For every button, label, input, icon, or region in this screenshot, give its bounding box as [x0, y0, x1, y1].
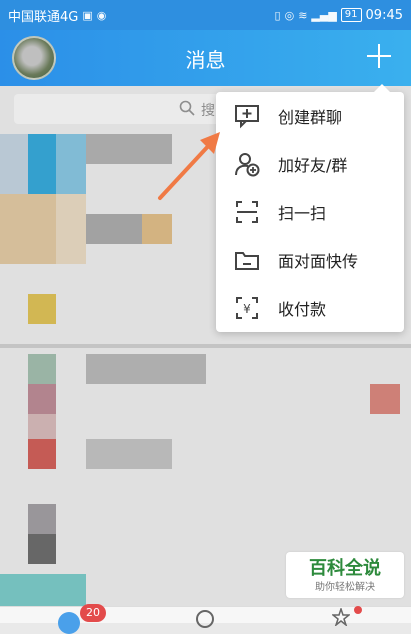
eye-icon: ◎: [284, 8, 295, 22]
menu-item-face-transfer[interactable]: 面对面快传: [216, 236, 404, 284]
watermark-subtitle: 助你轻松解决: [315, 582, 375, 593]
unread-badge: 20: [80, 604, 106, 622]
wifi-icon: ≋: [298, 8, 308, 22]
star-icon[interactable]: [332, 608, 350, 626]
pointer-arrow: [158, 132, 220, 200]
page-title: 消息: [185, 48, 226, 72]
add-button[interactable]: [361, 38, 397, 74]
menu-label: 面对面快传: [278, 252, 359, 271]
menu-item-create-group[interactable]: 创建群聊: [216, 92, 404, 140]
menu-label: 加好友/群: [278, 156, 348, 175]
add-friend-icon: [235, 153, 260, 177]
menu-item-scan[interactable]: 扫一扫: [216, 188, 404, 236]
vibrate-icon: ▯: [274, 8, 281, 22]
chat-add-icon: [235, 105, 259, 129]
watermark-logo: 百科全说 助你轻松解决: [286, 552, 404, 598]
carrier-label: 中国联通4G: [8, 9, 79, 25]
clock: 09:45: [365, 7, 403, 23]
app-notification-icon: ▣: [82, 8, 93, 22]
folder-icon: [235, 252, 259, 270]
weibo-icon: ◉: [96, 8, 107, 22]
signal-icon: ▂▄▆: [311, 8, 337, 22]
menu-label: 创建群聊: [278, 108, 343, 127]
menu-item-add-friend[interactable]: 加好友/群: [216, 140, 404, 188]
menu-label: 扫一扫: [278, 204, 327, 223]
tab-contacts[interactable]: [196, 610, 214, 628]
notification-dot: [354, 606, 362, 614]
watermark-title: 百科全说: [309, 558, 381, 579]
header-bar: 消息: [0, 30, 411, 86]
tab-messages[interactable]: [58, 612, 80, 634]
menu-item-payment[interactable]: ¥ 收付款: [216, 284, 404, 332]
status-bar: 中国联通4G ▣ ◉ ▯ ◎ ≋ ▂▄▆ 91 09:45: [0, 0, 411, 30]
menu-label: 收付款: [278, 300, 327, 319]
add-menu-popup: 创建群聊 加好友/群 扫一扫 面对面快传 ¥ 收付款: [216, 84, 404, 332]
svg-text:¥: ¥: [243, 302, 251, 316]
payment-icon: ¥: [236, 297, 258, 319]
battery-indicator: 91: [340, 8, 362, 22]
scan-icon: [236, 201, 258, 223]
